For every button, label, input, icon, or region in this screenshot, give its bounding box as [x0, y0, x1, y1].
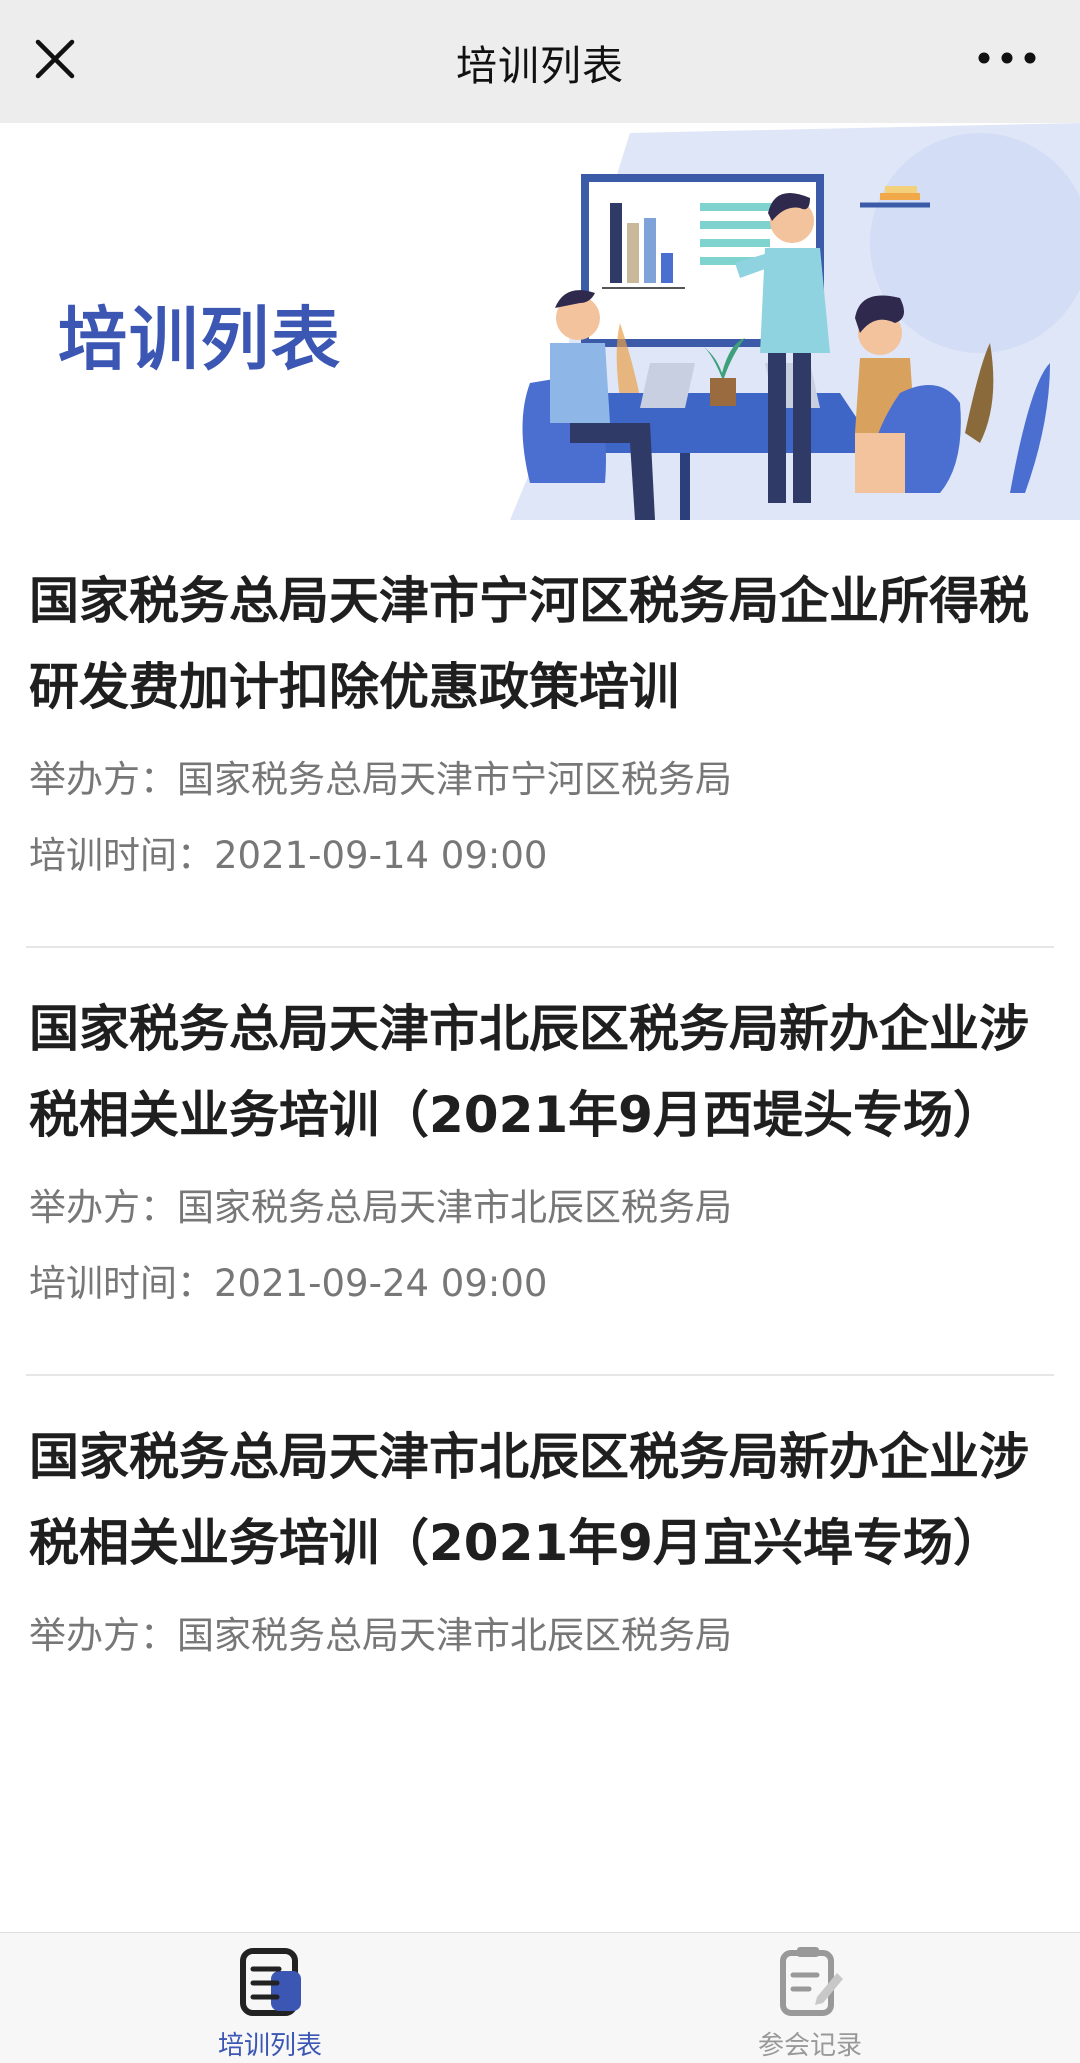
organizer-value: 国家税务总局天津市北辰区税务局: [177, 1186, 732, 1229]
banner: 培训列表: [0, 123, 1080, 520]
training-item[interactable]: 国家税务总局天津市宁河区税务局企业所得税研发费加计扣除优惠政策培训 举办方：国家…: [0, 520, 1080, 946]
bottom-tab-bar: 培训列表 参会记录: [0, 1932, 1080, 2063]
organizer-value: 国家税务总局天津市宁河区税务局: [177, 758, 732, 801]
time-label: 培训时间：: [29, 834, 214, 877]
training-list: 国家税务总局天津市宁河区税务局企业所得税研发费加计扣除优惠政策培训 举办方：国家…: [0, 520, 1080, 1674]
training-illustration: [510, 123, 1080, 520]
tab-label: 参会记录: [757, 2031, 862, 2061]
page-title: 培训列表: [456, 41, 624, 90]
organizer-value: 国家税务总局天津市北辰区税务局: [177, 1614, 732, 1657]
training-title: 国家税务总局天津市北辰区税务局新办企业涉税相关业务培训（2021年9月宜兴埠专场…: [29, 1428, 1029, 1572]
attendance-record-icon: [780, 1947, 843, 2016]
training-item[interactable]: 国家税务总局天津市北辰区税务局新办企业涉税相关业务培训（2021年9月宜兴埠专场…: [0, 1376, 1080, 1674]
organizer-label: 举办方：: [29, 1186, 177, 1229]
organizer-row: 举办方：国家税务总局天津市北辰区税务局: [29, 1170, 1052, 1246]
organizer-row: 举办方：国家税务总局天津市北辰区税务局: [29, 1598, 1052, 1674]
training-title: 国家税务总局天津市宁河区税务局企业所得税研发费加计扣除优惠政策培训: [29, 572, 1029, 716]
close-icon[interactable]: [28, 28, 84, 88]
training-list-icon: [240, 1948, 301, 2016]
organizer-label: 举办方：: [29, 758, 177, 801]
tab-label: 培训列表: [217, 2031, 322, 2061]
tab-attendance-record[interactable]: 参会记录: [675, 1933, 945, 2063]
time-value: 2021-09-24 09:00: [214, 1262, 548, 1305]
organizer-label: 举办方：: [29, 1614, 177, 1657]
time-row: 培训时间：2021-09-14 09:00: [29, 818, 1052, 894]
training-item[interactable]: 国家税务总局天津市北辰区税务局新办企业涉税相关业务培训（2021年9月西堤头专场…: [0, 948, 1080, 1374]
training-title: 国家税务总局天津市北辰区税务局新办企业涉税相关业务培训（2021年9月西堤头专场…: [29, 1000, 1029, 1144]
banner-title: 培训列表: [58, 300, 342, 380]
top-navigation-bar: 培训列表: [0, 0, 1080, 123]
tab-training-list[interactable]: 培训列表: [135, 1933, 405, 2063]
time-label: 培训时间：: [29, 1262, 214, 1305]
time-value: 2021-09-14 09:00: [214, 834, 548, 877]
organizer-row: 举办方：国家税务总局天津市宁河区税务局: [29, 742, 1052, 818]
time-row: 培训时间：2021-09-24 09:00: [29, 1246, 1052, 1322]
more-options-icon[interactable]: [974, 40, 1040, 76]
